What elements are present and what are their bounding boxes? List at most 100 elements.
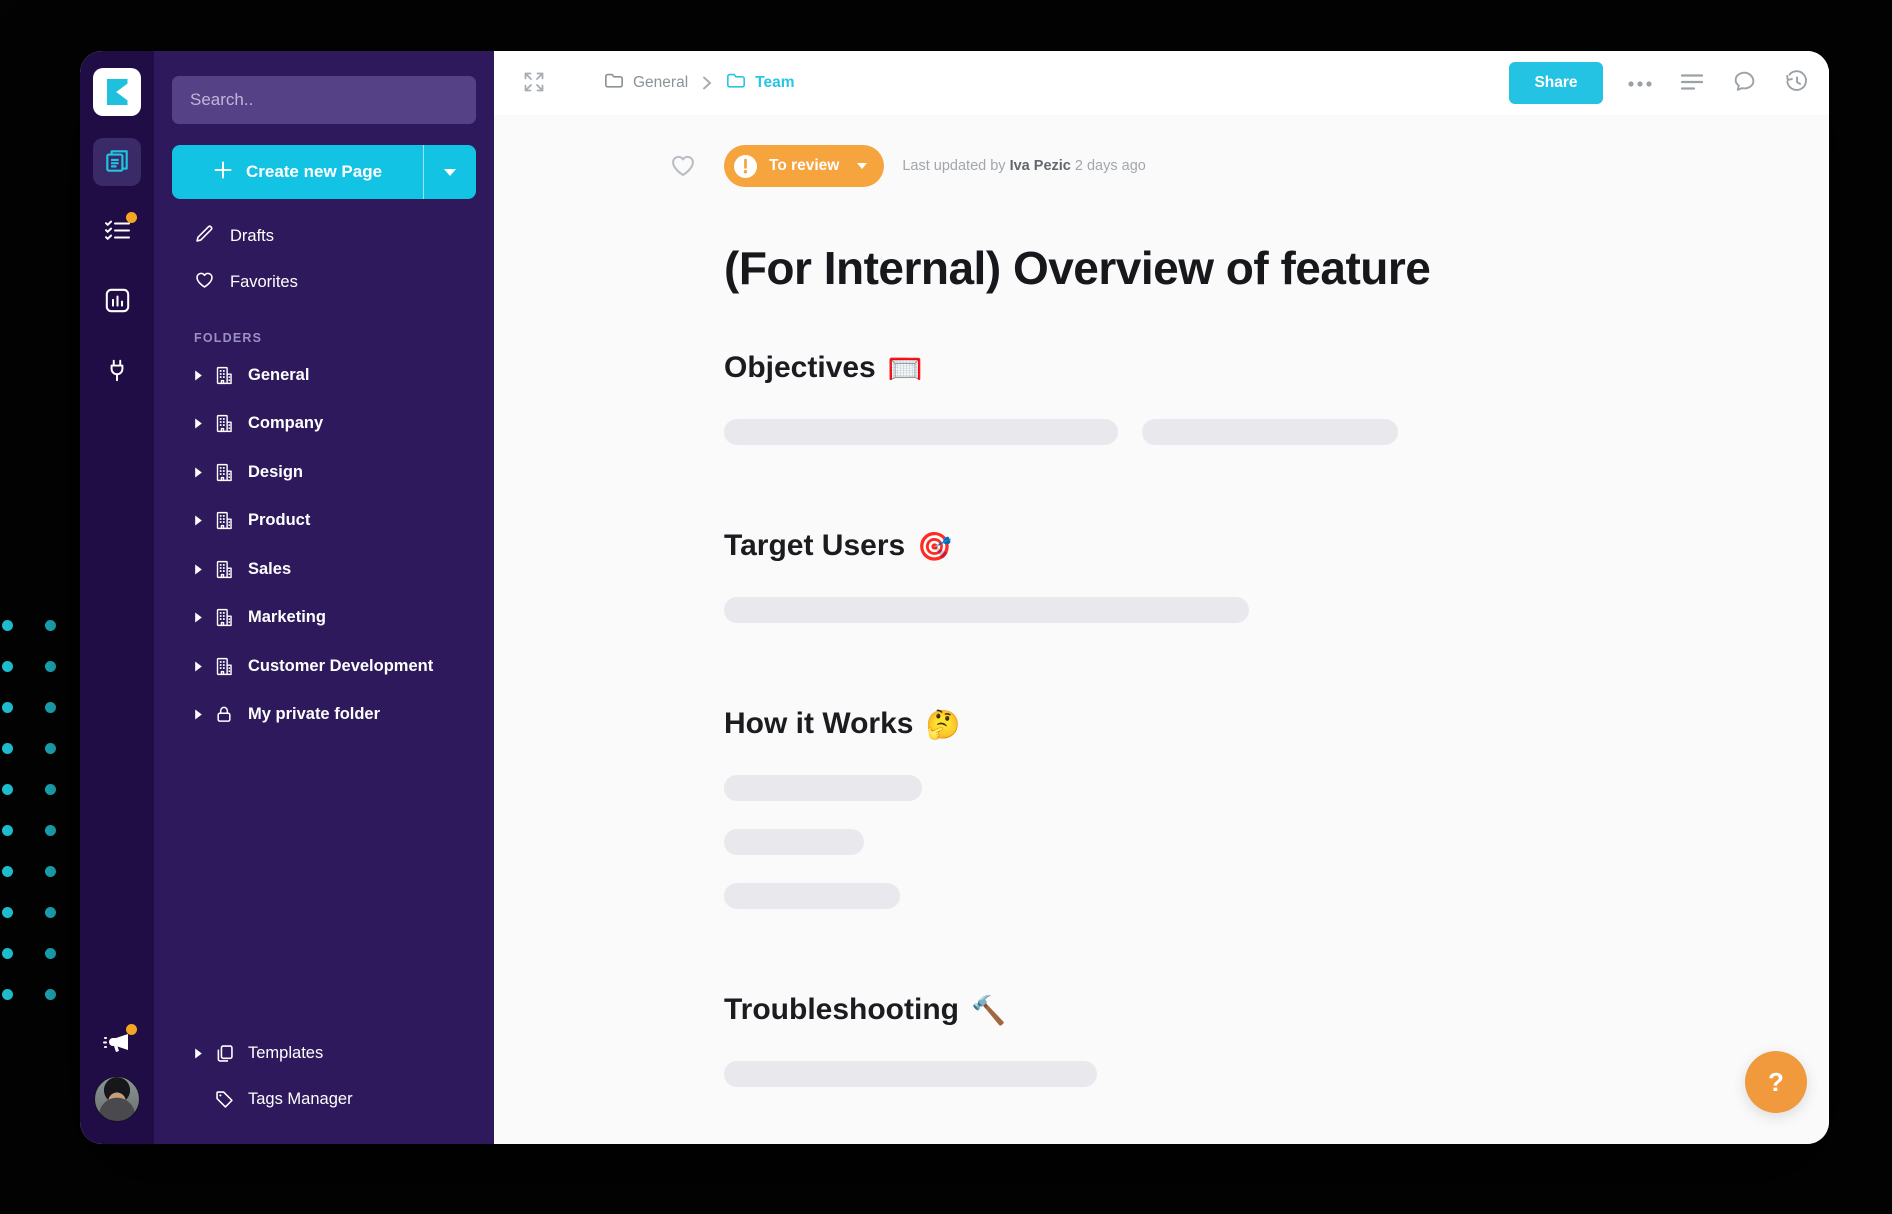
rail-item-pages[interactable] xyxy=(93,138,141,186)
comments-button[interactable] xyxy=(1729,68,1759,98)
backdrop-dot xyxy=(45,948,56,959)
create-page-label: Create new Page xyxy=(246,162,382,182)
rail-item-insights[interactable] xyxy=(93,278,141,326)
section-emoji: 🎯 xyxy=(917,530,952,563)
breadcrumb-item-general[interactable]: General xyxy=(604,72,688,94)
kipwise-logo[interactable] xyxy=(93,68,141,116)
folder-label: My private folder xyxy=(248,705,380,724)
folder-row-marketing[interactable]: Marketing xyxy=(154,594,494,643)
sidebar-item-templates[interactable]: Templates xyxy=(154,1030,494,1076)
backdrop-dot xyxy=(45,825,56,836)
sidebar-item-drafts[interactable]: Drafts xyxy=(154,213,494,259)
create-page-dropdown[interactable] xyxy=(424,169,476,176)
rail-item-tasks[interactable] xyxy=(93,208,141,256)
folder-icon xyxy=(604,72,624,94)
folder-icon xyxy=(726,72,746,94)
backdrop-dot xyxy=(2,702,13,713)
favorite-button[interactable] xyxy=(668,151,698,182)
search-input[interactable] xyxy=(172,76,476,124)
section-heading-text: Objectives xyxy=(724,351,876,385)
folder-label: Product xyxy=(248,511,310,530)
user-avatar[interactable] xyxy=(94,1076,140,1122)
app-window: Create new Page Drafts xyxy=(80,51,1829,1144)
backdrop-dot xyxy=(2,866,13,877)
plus-icon xyxy=(213,160,233,185)
folders-list: GeneralCompany Design Product Sales Marketin… xyxy=(154,351,494,739)
folder-row-customer-development[interactable]: Customer Development xyxy=(154,642,494,691)
breadcrumb-item-team[interactable]: Team xyxy=(726,72,794,94)
backdrop-dot xyxy=(45,989,56,1000)
placeholder-bar xyxy=(724,775,922,801)
folder-label: Marketing xyxy=(248,608,326,627)
placeholder-bar xyxy=(724,829,864,855)
notification-dot xyxy=(126,1024,137,1035)
page-title: (For Internal) Overview of feature xyxy=(724,241,1789,295)
caret-right-icon xyxy=(194,370,214,381)
folder-row-general[interactable]: General xyxy=(154,351,494,400)
building-icon xyxy=(214,365,248,386)
status-badge[interactable]: To review xyxy=(724,145,884,187)
rail-item-integrations[interactable] xyxy=(93,348,141,396)
backdrop-dot xyxy=(2,825,13,836)
copy-icon xyxy=(214,1043,248,1064)
backdrop-dot xyxy=(2,784,13,795)
icon-rail xyxy=(80,51,154,1144)
kipwise-logo-glyph xyxy=(107,79,128,105)
heart-icon xyxy=(668,151,698,182)
main-panel: General Team Share xyxy=(494,51,1829,1144)
backdrop-dot xyxy=(2,743,13,754)
backdrop-dot xyxy=(2,948,13,959)
folder-row-my-private-folder[interactable]: My private folder xyxy=(154,691,494,740)
pages-icon xyxy=(103,147,131,178)
folder-row-product[interactable]: Product xyxy=(154,497,494,546)
expand-button[interactable] xyxy=(522,70,546,97)
placeholder-bar xyxy=(724,883,900,909)
create-page-button[interactable]: Create new Page xyxy=(172,145,476,199)
backdrop-dot xyxy=(45,661,56,672)
backdrop-dot xyxy=(2,989,13,1000)
toc-icon xyxy=(1680,73,1704,94)
tag-icon xyxy=(214,1089,248,1110)
sidebar-item-label: Templates xyxy=(248,1044,323,1063)
plug-icon xyxy=(104,358,130,387)
share-button[interactable]: Share xyxy=(1509,62,1603,104)
document-sections: Objectives🥅Target Users🎯How it Works🤔Tro… xyxy=(724,351,1789,1087)
sidebar-item-favorites[interactable]: Favorites xyxy=(154,259,494,305)
caret-right-icon xyxy=(194,418,214,429)
building-icon xyxy=(214,607,248,628)
toc-button[interactable] xyxy=(1677,68,1707,98)
backdrop-dot xyxy=(2,661,13,672)
more-button[interactable] xyxy=(1625,68,1655,98)
folder-row-design[interactable]: Design xyxy=(154,448,494,497)
section-emoji: 🔨 xyxy=(971,994,1006,1027)
backdrop-dot xyxy=(45,907,56,918)
document-canvas: To review Last updated by Iva Pezic 2 da… xyxy=(494,115,1829,1144)
notification-dot xyxy=(126,212,137,223)
building-icon xyxy=(214,413,248,434)
section-heading-text: Target Users xyxy=(724,529,905,563)
doc-section-troubleshooting: Troubleshooting🔨 xyxy=(724,993,1789,1087)
announcements-button[interactable] xyxy=(93,1020,141,1068)
sidebar-item-label: Favorites xyxy=(230,273,298,292)
checklist-icon xyxy=(104,219,131,245)
sidebar-item-label: Drafts xyxy=(230,227,274,246)
sidebar-item-label: Tags Manager xyxy=(248,1090,353,1109)
backdrop-dot xyxy=(45,702,56,713)
folder-row-company[interactable]: Company xyxy=(154,400,494,449)
building-icon xyxy=(214,462,248,483)
section-emoji: 🤔 xyxy=(925,708,960,741)
sidebar-item-tags-manager[interactable]: Tags Manager xyxy=(154,1076,494,1122)
backdrop-dot xyxy=(2,907,13,918)
author-name: Iva Pezic xyxy=(1010,158,1071,174)
doc-section-how-it-works: How it Works🤔 xyxy=(724,707,1789,909)
sidebar-nav: Drafts Favorites xyxy=(154,213,494,305)
history-button[interactable] xyxy=(1781,68,1811,98)
caret-right-icon xyxy=(194,709,214,720)
caret-right-icon xyxy=(194,564,214,575)
placeholder-bars xyxy=(724,1061,1789,1087)
backdrop: Create new Page Drafts xyxy=(0,0,1892,1214)
folder-label: Design xyxy=(248,463,303,482)
history-icon xyxy=(1784,69,1809,97)
help-button[interactable]: ? xyxy=(1745,1051,1807,1113)
folder-row-sales[interactable]: Sales xyxy=(154,545,494,594)
